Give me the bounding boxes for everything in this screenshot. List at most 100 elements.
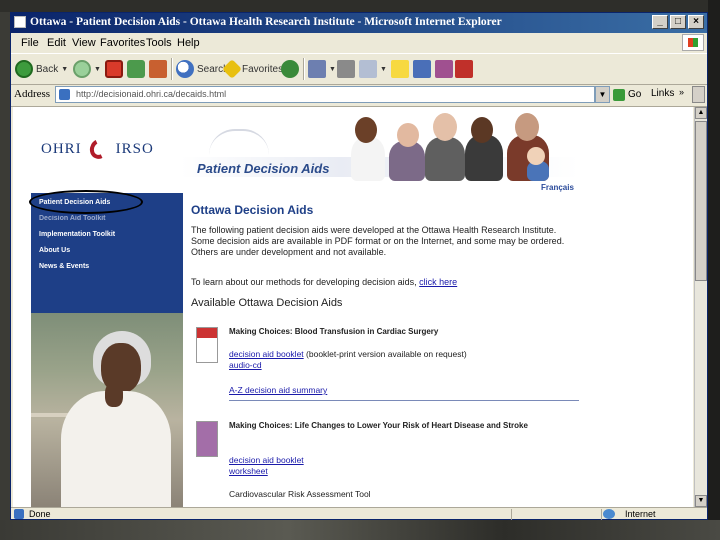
print-icon [337, 60, 355, 78]
aid-title: Making Choices: Life Changes to Lower Yo… [229, 421, 528, 430]
person-doctor [351, 137, 385, 181]
edit-dropdown-icon[interactable]: ▼ [380, 66, 387, 73]
person-elder-woman [389, 141, 425, 181]
sidebar-woman-photo [31, 313, 183, 507]
nav-patient-decision-aids[interactable]: Patient Decision Aids [29, 190, 143, 214]
aid-booklet-line: decision aid booklet [229, 455, 304, 465]
vertical-scrollbar[interactable]: ▲ ▼ [694, 107, 707, 507]
notes-button[interactable] [391, 58, 409, 80]
intro-paragraph: The following patient decision aids were… [191, 225, 565, 257]
ohri-logo[interactable]: OHRI IRSO [41, 137, 154, 161]
forward-button[interactable]: ▼ [73, 58, 101, 80]
menu-file[interactable]: File [21, 37, 39, 49]
aid-divider [229, 400, 579, 401]
header-banner: Patient Decision Aids [181, 107, 579, 183]
print-button[interactable] [337, 58, 355, 80]
refresh-button[interactable] [127, 58, 145, 80]
back-button[interactable]: Back ▼ [15, 58, 68, 80]
back-label: Back [36, 63, 59, 75]
nav-news-events[interactable]: News & Events [39, 263, 89, 270]
research-icon [435, 60, 453, 78]
research-button[interactable] [435, 58, 453, 80]
az-summary-link[interactable]: A-Z decision aid summary [229, 385, 327, 395]
home-icon [149, 60, 167, 78]
decision-aid-booklet-link[interactable]: decision aid booklet [229, 455, 304, 465]
address-input[interactable]: http://decisionaid.ohri.ca/decaids.html [55, 86, 595, 103]
menu-bar: File Edit View Favorites Tools Help [11, 34, 707, 52]
notes-icon [391, 60, 409, 78]
heart-disease-booklet-thumbnail[interactable] [196, 421, 218, 457]
media-icon [281, 60, 299, 78]
methods-text: To learn about our methods for developin… [191, 277, 417, 287]
person-woman-phone-head [471, 117, 493, 143]
nav-decision-aid-toolkit[interactable]: Decision Aid Toolkit [39, 215, 106, 222]
favorites-button[interactable]: Favorites [222, 58, 284, 80]
address-dropdown-icon[interactable]: ▼ [595, 86, 610, 103]
blood-transfusion-booklet-thumbnail[interactable] [196, 327, 218, 363]
address-label: Address [14, 88, 51, 100]
acrobat-icon [455, 60, 473, 78]
banner-title: Patient Decision Aids [197, 161, 330, 176]
decision-aid-booklet-link[interactable]: decision aid booklet [229, 349, 304, 359]
toolbar-separator [171, 58, 173, 80]
status-divider [511, 509, 512, 520]
nav-about-us[interactable]: About Us [39, 247, 70, 254]
media-button[interactable] [281, 58, 299, 80]
aid-title: Making Choices: Blood Transfusion in Car… [229, 327, 439, 336]
maximize-button[interactable]: □ [670, 15, 686, 29]
mail-button[interactable]: ▼ [308, 58, 336, 80]
security-zone-text: Internet [625, 509, 656, 519]
go-arrow-icon [613, 88, 625, 101]
scroll-up-icon[interactable]: ▲ [695, 107, 707, 119]
messenger-button[interactable] [413, 58, 431, 80]
search-button[interactable]: Search [176, 58, 229, 80]
menu-tools[interactable]: Tools [146, 37, 172, 49]
scroll-down-icon[interactable]: ▼ [695, 495, 707, 507]
home-button[interactable] [149, 58, 167, 80]
browser-window: Ottawa - Patient Decision Aids - Ottawa … [10, 12, 708, 520]
edit-button[interactable]: ▼ [359, 58, 387, 80]
windows-logo-icon [682, 34, 704, 51]
page-title: Ottawa Decision Aids [191, 203, 314, 217]
photo-hand [105, 383, 123, 407]
logo-mark-icon [88, 137, 110, 161]
forward-arrow-icon [73, 60, 91, 78]
aid-audio-line: audio-cd [229, 360, 262, 370]
go-button[interactable]: Go [613, 86, 641, 103]
scroll-thumb[interactable] [695, 121, 707, 281]
standard-toolbar: Back ▼ ▼ Search Favorites ▼ ▼ [11, 53, 707, 85]
person-elder-man-head [433, 113, 457, 141]
menu-favorites[interactable]: Favorites [100, 37, 145, 49]
worksheet-link[interactable]: worksheet [229, 466, 268, 476]
francais-link[interactable]: Français [541, 183, 574, 192]
status-divider [601, 509, 602, 520]
person-elder-woman-head [397, 123, 419, 147]
person-child-head [527, 147, 545, 165]
slide-frame-top [0, 0, 720, 12]
back-dropdown-icon[interactable]: ▼ [61, 66, 68, 73]
nav-implementation-toolkit[interactable]: Implementation Toolkit [39, 231, 115, 238]
minimize-button[interactable]: _ [652, 15, 668, 29]
favorites-label: Favorites [242, 63, 284, 75]
stop-button[interactable] [105, 58, 123, 80]
menu-help[interactable]: Help [177, 37, 200, 49]
audio-cd-link[interactable]: audio-cd [229, 360, 262, 370]
address-bar: Address http://decisionaid.ohri.ca/decai… [11, 84, 707, 107]
sidebar-nav: Patient Decision Aids Decision Aid Toolk… [29, 190, 183, 507]
title-bar: Ottawa - Patient Decision Aids - Ottawa … [11, 13, 707, 33]
close-button[interactable]: × [688, 15, 704, 29]
mail-dropdown-icon[interactable]: ▼ [329, 66, 336, 73]
acrobat-button[interactable] [455, 58, 473, 80]
forward-dropdown-icon[interactable]: ▼ [94, 66, 101, 73]
links-button[interactable]: Links [651, 88, 674, 99]
methods-link[interactable]: click here [419, 277, 457, 287]
person-elder-man [425, 137, 465, 181]
links-chevron-icon[interactable]: » [679, 87, 684, 97]
page-done-icon [14, 509, 24, 519]
messenger-icon [413, 60, 431, 78]
favorites-star-icon [222, 59, 242, 79]
search-icon [176, 60, 194, 78]
menu-edit[interactable]: Edit [47, 37, 66, 49]
go-label: Go [628, 89, 642, 100]
menu-view[interactable]: View [72, 37, 96, 49]
